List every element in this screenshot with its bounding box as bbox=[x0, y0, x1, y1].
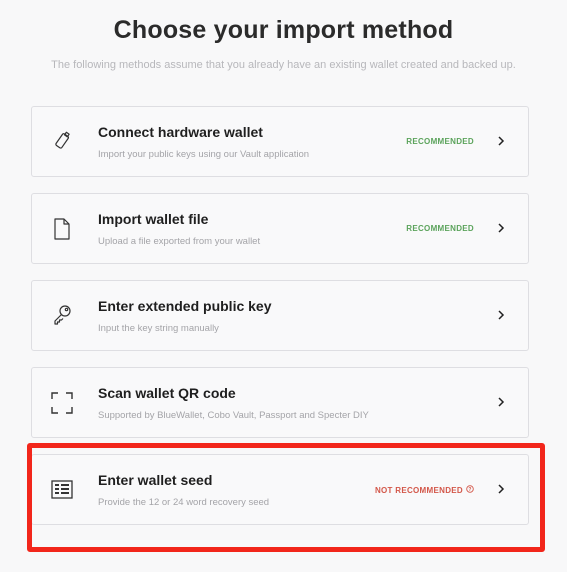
method-title: Scan wallet QR code bbox=[98, 385, 236, 401]
method-import-wallet-file[interactable]: Import wallet file Upload a file exporte… bbox=[31, 193, 529, 264]
method-title: Enter extended public key bbox=[98, 298, 272, 314]
method-connect-hardware-wallet[interactable]: Connect hardware wallet Import your publ… bbox=[31, 106, 529, 177]
highlight-box bbox=[27, 443, 545, 552]
usb-stick-icon bbox=[49, 129, 75, 155]
key-icon bbox=[49, 303, 75, 329]
page-title: Choose your import method bbox=[113, 16, 454, 44]
page-subtitle: The following methods assume that you al… bbox=[51, 59, 516, 71]
recommended-badge: RECOMMENDED bbox=[406, 224, 474, 233]
file-icon bbox=[49, 216, 75, 242]
method-description: Input the key string manually bbox=[98, 323, 219, 334]
method-scan-wallet-qr-code[interactable]: Scan wallet QR code Supported by BlueWal… bbox=[31, 367, 529, 438]
qr-scan-icon bbox=[49, 390, 75, 416]
recommended-badge: RECOMMENDED bbox=[406, 137, 474, 146]
method-enter-extended-public-key[interactable]: Enter extended public key Input the key … bbox=[31, 280, 529, 351]
chevron-right-icon bbox=[496, 133, 506, 149]
method-description: Import your public keys using our Vault … bbox=[98, 149, 310, 160]
method-title: Connect hardware wallet bbox=[98, 124, 263, 140]
chevron-right-icon bbox=[496, 220, 506, 236]
chevron-right-icon bbox=[496, 307, 506, 323]
method-title: Import wallet file bbox=[98, 211, 209, 227]
method-description: Upload a file exported from your wallet bbox=[98, 236, 261, 247]
import-method-page: Choose your import method The following … bbox=[0, 0, 567, 572]
method-description: Supported by BlueWallet, Cobo Vault, Pas… bbox=[98, 410, 369, 421]
chevron-right-icon bbox=[496, 394, 506, 410]
